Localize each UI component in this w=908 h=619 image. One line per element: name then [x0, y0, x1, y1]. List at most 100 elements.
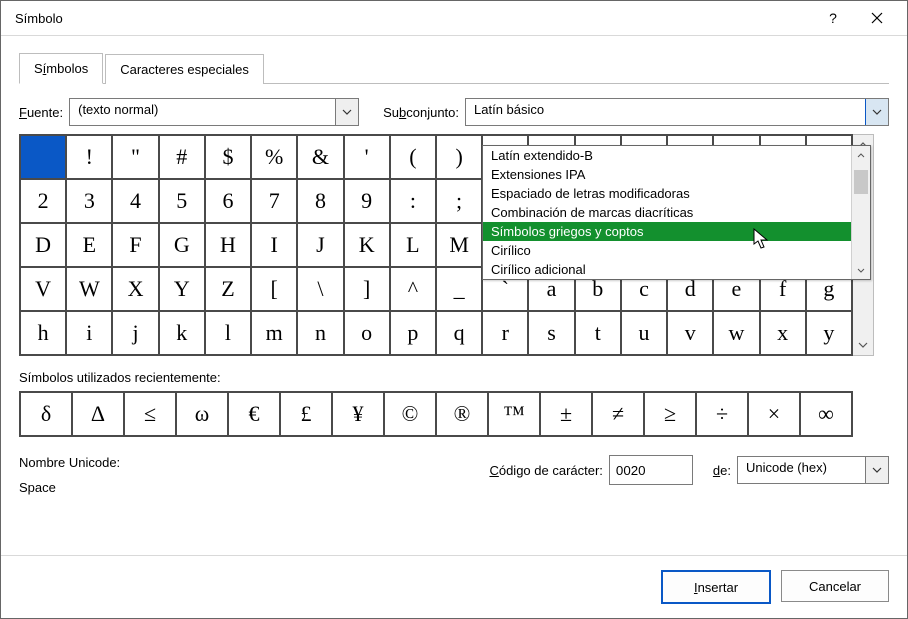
scroll-down-button[interactable]	[853, 335, 873, 355]
char-cell[interactable]: 2	[20, 179, 66, 223]
char-cell[interactable]: q	[436, 311, 482, 355]
char-cell[interactable]: 6	[205, 179, 251, 223]
char-cell[interactable]: n	[297, 311, 343, 355]
char-cell[interactable]: Z	[205, 267, 251, 311]
recent-char-cell[interactable]: ©	[384, 392, 436, 436]
char-cell[interactable]: !	[66, 135, 112, 179]
recent-char-cell[interactable]: ≥	[644, 392, 696, 436]
subset-option[interactable]: Extensiones IPA	[483, 165, 851, 184]
recent-char-cell[interactable]: ×	[748, 392, 800, 436]
char-cell[interactable]: m	[251, 311, 297, 355]
char-cell[interactable]: Y	[159, 267, 205, 311]
from-combo[interactable]: Unicode (hex)	[737, 456, 889, 484]
char-cell[interactable]: 3	[66, 179, 112, 223]
char-cell[interactable]: G	[159, 223, 205, 267]
scroll-down-button[interactable]	[852, 261, 870, 279]
recent-char-cell[interactable]: ™	[488, 392, 540, 436]
char-cell[interactable]: J	[297, 223, 343, 267]
char-cell[interactable]: %	[251, 135, 297, 179]
char-cell[interactable]: X	[112, 267, 158, 311]
help-button[interactable]: ?	[811, 3, 855, 33]
char-cell[interactable]: [	[251, 267, 297, 311]
scroll-thumb[interactable]	[854, 170, 868, 194]
char-cell[interactable]: "	[112, 135, 158, 179]
char-cell[interactable]: ;	[436, 179, 482, 223]
char-cell[interactable]: h	[20, 311, 66, 355]
char-cell[interactable]: W	[66, 267, 112, 311]
recent-char-cell[interactable]: €	[228, 392, 280, 436]
char-cell[interactable]: k	[159, 311, 205, 355]
char-cell[interactable]: I	[251, 223, 297, 267]
char-cell[interactable]: t	[575, 311, 621, 355]
subset-option[interactable]: Cirílico	[483, 241, 851, 260]
subset-option[interactable]: Cirílico adicional	[483, 260, 851, 279]
char-cell[interactable]: H	[205, 223, 251, 267]
recent-char-cell[interactable]: ®	[436, 392, 488, 436]
char-cell[interactable]: )	[436, 135, 482, 179]
char-cell[interactable]: \	[297, 267, 343, 311]
char-cell[interactable]: o	[344, 311, 390, 355]
recent-char-cell[interactable]: ≠	[592, 392, 644, 436]
char-cell[interactable]: $	[205, 135, 251, 179]
char-cell[interactable]: p	[390, 311, 436, 355]
recent-char-cell[interactable]: ÷	[696, 392, 748, 436]
char-cell[interactable]: D	[20, 223, 66, 267]
char-cell[interactable]	[20, 135, 66, 179]
recent-char-cell[interactable]: ¥	[332, 392, 384, 436]
char-cell[interactable]: w	[713, 311, 759, 355]
char-cell[interactable]: 4	[112, 179, 158, 223]
char-cell[interactable]: l	[205, 311, 251, 355]
subset-option[interactable]: Latín extendido-B	[483, 146, 851, 165]
from-combo-button[interactable]	[865, 457, 888, 483]
char-cell[interactable]: s	[528, 311, 574, 355]
insert-button[interactable]: Insertar	[661, 570, 771, 604]
char-cell[interactable]: L	[390, 223, 436, 267]
char-cell[interactable]: y	[806, 311, 852, 355]
font-combo-button[interactable]	[335, 99, 358, 125]
charcode-input[interactable]	[609, 455, 693, 485]
char-cell[interactable]: x	[760, 311, 806, 355]
subset-option[interactable]: Símbolos griegos y coptos	[483, 222, 851, 241]
char-cell[interactable]: (	[390, 135, 436, 179]
font-combo[interactable]: (texto normal)	[69, 98, 359, 126]
char-cell[interactable]: j	[112, 311, 158, 355]
tab-special-characters[interactable]: Caracteres especiales	[105, 54, 264, 84]
char-cell[interactable]: i	[66, 311, 112, 355]
recent-char-cell[interactable]: ±	[540, 392, 592, 436]
char-cell[interactable]: M	[436, 223, 482, 267]
char-cell[interactable]: 9	[344, 179, 390, 223]
recent-char-cell[interactable]: Δ	[72, 392, 124, 436]
char-cell[interactable]: 8	[297, 179, 343, 223]
char-cell[interactable]: 7	[251, 179, 297, 223]
tab-symbols[interactable]: Símbolos	[19, 53, 103, 84]
char-cell[interactable]: _	[436, 267, 482, 311]
recent-char-cell[interactable]: £	[280, 392, 332, 436]
recent-char-cell[interactable]: ∞	[800, 392, 852, 436]
subset-combo[interactable]: Latín básico	[465, 98, 889, 126]
char-cell[interactable]: #	[159, 135, 205, 179]
subset-option[interactable]: Combinación de marcas diacríticas	[483, 203, 851, 222]
char-cell[interactable]: r	[482, 311, 528, 355]
subset-option[interactable]: Espaciado de letras modificadoras	[483, 184, 851, 203]
recent-char-cell[interactable]: ≤	[124, 392, 176, 436]
char-cell[interactable]: '	[344, 135, 390, 179]
char-cell[interactable]: K	[344, 223, 390, 267]
char-cell[interactable]: ]	[344, 267, 390, 311]
cancel-button[interactable]: Cancelar	[781, 570, 889, 602]
char-cell[interactable]: :	[390, 179, 436, 223]
char-cell[interactable]: F	[112, 223, 158, 267]
char-cell[interactable]: &	[297, 135, 343, 179]
char-cell[interactable]: v	[667, 311, 713, 355]
char-cell[interactable]: u	[621, 311, 667, 355]
scroll-track[interactable]	[852, 200, 870, 261]
subset-combo-button[interactable]	[865, 99, 888, 125]
dropdown-scrollbar[interactable]	[851, 146, 870, 279]
close-button[interactable]	[855, 3, 899, 33]
scroll-up-button[interactable]	[852, 146, 870, 164]
char-cell[interactable]: 5	[159, 179, 205, 223]
char-cell[interactable]: V	[20, 267, 66, 311]
char-cell[interactable]: E	[66, 223, 112, 267]
recent-char-cell[interactable]: ω	[176, 392, 228, 436]
recent-char-cell[interactable]: δ	[20, 392, 72, 436]
char-cell[interactable]: ^	[390, 267, 436, 311]
